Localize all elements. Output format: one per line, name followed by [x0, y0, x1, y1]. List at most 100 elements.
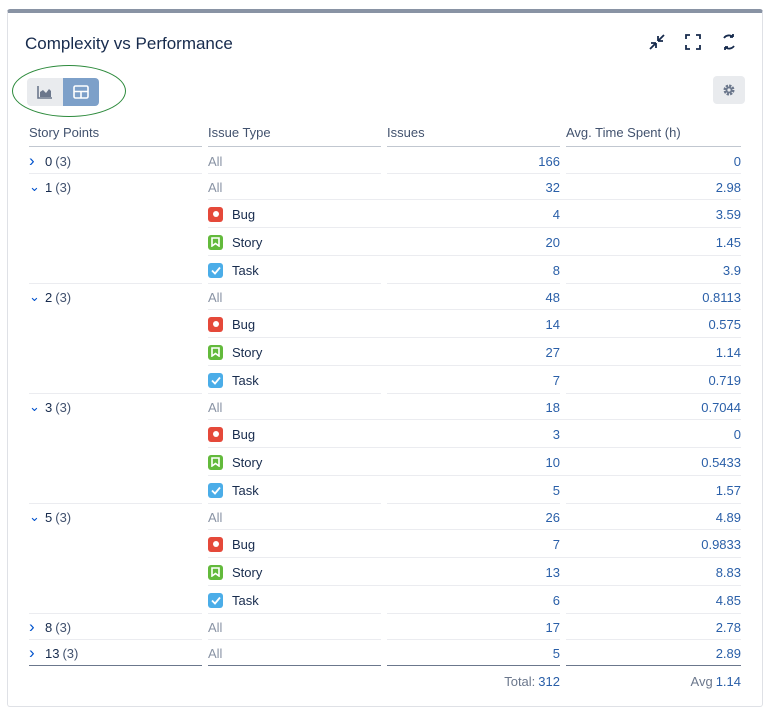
avg-time-value[interactable]: 0.719: [566, 366, 741, 394]
issue-type-row: Task 5 1.57: [29, 476, 741, 504]
avg-time-value[interactable]: 1.14: [566, 338, 741, 366]
issues-value[interactable]: 7: [387, 530, 560, 558]
issue-type-cell: Task: [208, 476, 381, 504]
chevron-right-icon[interactable]: ›: [29, 618, 45, 635]
issue-type-row: Story 10 0.5433: [29, 448, 741, 476]
group-row: › 0 (3) All 166 0: [29, 148, 741, 174]
group-row: › 13 (3) All 5 2.89: [29, 640, 741, 666]
story-points-cell[interactable]: ⌄ 2 (3): [29, 284, 202, 310]
story-points-cell[interactable]: › 8 (3): [29, 614, 202, 640]
issues-value[interactable]: 5: [387, 640, 560, 666]
column-header-story-points[interactable]: Story Points: [29, 125, 202, 147]
minimize-icon[interactable]: [646, 31, 668, 53]
issue-type-label: Bug: [232, 426, 256, 442]
issues-value[interactable]: 17: [387, 614, 560, 640]
issue-type-label: Story: [232, 564, 263, 580]
story-points-cell[interactable]: ⌄ 5 (3): [29, 504, 202, 530]
results-table: Story Points Issue Type Issues Avg. Time…: [29, 120, 741, 696]
story-points-value: 2: [45, 289, 53, 305]
chevron-right-icon[interactable]: ›: [29, 644, 45, 661]
story-points-cell[interactable]: ⌄ 3 (3): [29, 394, 202, 420]
avg-time-value[interactable]: 2.98: [566, 174, 741, 200]
column-header-avg-time[interactable]: Avg. Time Spent (h): [566, 125, 741, 147]
table-view-button[interactable]: [63, 78, 99, 106]
issue-type-cell: Bug: [208, 530, 381, 558]
story-points-cell-empty: [29, 530, 202, 558]
issues-value[interactable]: 13: [387, 558, 560, 586]
settings-button[interactable]: [713, 76, 745, 104]
issues-value[interactable]: 18: [387, 394, 560, 420]
issue-type-label: Task: [232, 482, 259, 498]
issues-value[interactable]: 32: [387, 174, 560, 200]
story-points-cell-empty: [29, 228, 202, 256]
chevron-down-icon[interactable]: ⌄: [29, 510, 45, 523]
issue-type-all: All: [208, 399, 223, 415]
fullscreen-icon[interactable]: [682, 31, 704, 53]
refresh-icon[interactable]: [718, 31, 740, 53]
avg-time-value[interactable]: 0.7044: [566, 394, 741, 420]
story-points-cell-empty: [29, 256, 202, 284]
avg-time-value[interactable]: 1.45: [566, 228, 741, 256]
issues-value[interactable]: 27: [387, 338, 560, 366]
issue-type-cell: Bug: [208, 310, 381, 338]
chart-view-button[interactable]: [27, 78, 63, 106]
bug-icon: [208, 536, 223, 552]
avg-time-value[interactable]: 2.78: [566, 614, 741, 640]
bug-icon: [208, 316, 223, 332]
issues-value[interactable]: 48: [387, 284, 560, 310]
group-row: ⌄ 2 (3) All 48 0.8113: [29, 284, 741, 310]
avg-time-value[interactable]: 1.57: [566, 476, 741, 504]
issue-type-row: Bug 3 0: [29, 420, 741, 448]
avg-time-value[interactable]: 2.89: [566, 640, 741, 666]
issues-value[interactable]: 3: [387, 420, 560, 448]
avg-time-value[interactable]: 3.59: [566, 200, 741, 228]
issues-value[interactable]: 26: [387, 504, 560, 530]
avg-time-value[interactable]: 0.9833: [566, 530, 741, 558]
story-points-cell[interactable]: ⌄ 1 (3): [29, 174, 202, 200]
task-icon: [208, 262, 223, 278]
story-points-value: 13: [45, 645, 60, 661]
avg-time-value[interactable]: 0.8113: [566, 284, 741, 310]
task-icon: [208, 592, 223, 608]
story-points-cell[interactable]: › 0 (3): [29, 148, 202, 174]
issue-type-cell: Task: [208, 256, 381, 284]
chevron-down-icon[interactable]: ⌄: [29, 400, 45, 413]
avg-time-value[interactable]: 0.575: [566, 310, 741, 338]
story-points-cell-empty: [29, 310, 202, 338]
average-value: 1.14: [715, 673, 741, 689]
view-toggle: [27, 78, 99, 106]
column-header-issue-type[interactable]: Issue Type: [208, 125, 381, 147]
avg-time-value[interactable]: 0.5433: [566, 448, 741, 476]
issues-value[interactable]: 7: [387, 366, 560, 394]
issues-value[interactable]: 20: [387, 228, 560, 256]
issues-value[interactable]: 14: [387, 310, 560, 338]
avg-time-value[interactable]: 4.85: [566, 586, 741, 614]
issues-value[interactable]: 166: [387, 148, 560, 174]
story-points-cell-empty: [29, 338, 202, 366]
table-header: Story Points Issue Type Issues Avg. Time…: [29, 120, 741, 148]
issue-type-label: Story: [232, 234, 263, 250]
avg-time-value[interactable]: 0: [566, 420, 741, 448]
avg-time-value[interactable]: 0: [566, 148, 741, 174]
avg-time-value[interactable]: 4.89: [566, 504, 741, 530]
gadget-title: Complexity vs Performance: [25, 34, 233, 53]
issue-type-label: Bug: [232, 316, 256, 332]
issue-type-row: Bug 14 0.575: [29, 310, 741, 338]
group-count: (3): [55, 399, 72, 415]
chevron-down-icon[interactable]: ⌄: [29, 290, 45, 303]
chevron-right-icon[interactable]: ›: [29, 152, 45, 169]
column-header-issues[interactable]: Issues: [387, 125, 560, 147]
avg-time-value[interactable]: 8.83: [566, 558, 741, 586]
chevron-down-icon[interactable]: ⌄: [29, 180, 45, 193]
issues-value[interactable]: 5: [387, 476, 560, 504]
issues-value[interactable]: 10: [387, 448, 560, 476]
issues-value[interactable]: 4: [387, 200, 560, 228]
average-cell: Avg 1.14: [566, 666, 741, 696]
avg-time-value[interactable]: 3.9: [566, 256, 741, 284]
story-points-cell[interactable]: › 13 (3): [29, 640, 202, 666]
issue-type-all: All: [208, 179, 223, 195]
issues-value[interactable]: 8: [387, 256, 560, 284]
story-points-cell-empty: [29, 558, 202, 586]
issues-value[interactable]: 6: [387, 586, 560, 614]
story-icon: [208, 454, 223, 470]
